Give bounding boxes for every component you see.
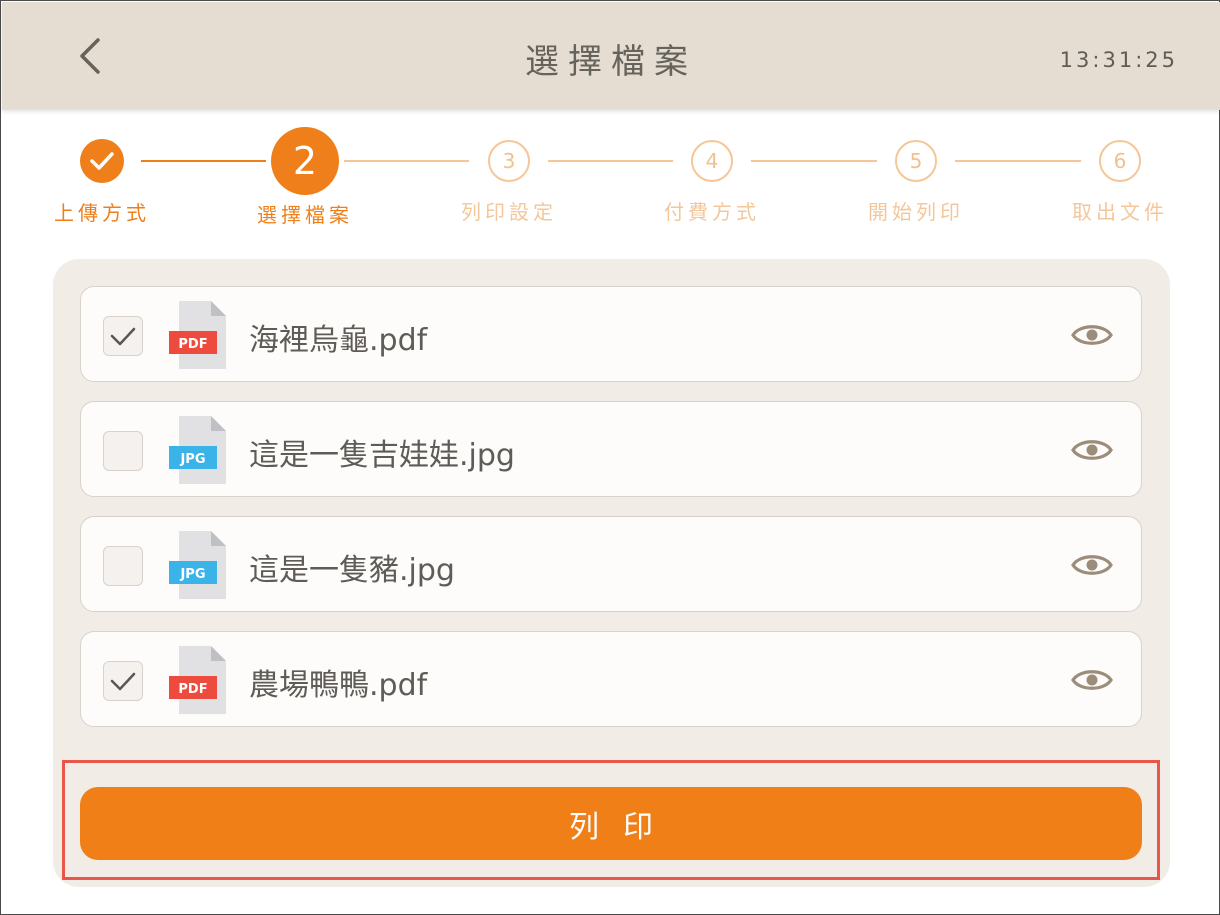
- file-type-badge: PDF: [178, 682, 207, 697]
- step-pending-circle: 4: [691, 140, 733, 182]
- step-pending-circle: 6: [1099, 140, 1141, 182]
- step-done-circle: [80, 139, 124, 183]
- step-pending-circle: 3: [488, 140, 530, 182]
- step-active-circle: 2: [271, 127, 339, 195]
- top-bar: 選擇檔案 13:31:25: [2, 2, 1220, 110]
- step-label: 取出文件: [1072, 200, 1168, 224]
- clock: 13:31:25: [1059, 48, 1178, 72]
- file-row[interactable]: PDF 海裡烏龜.pdf: [80, 286, 1142, 382]
- jpg-file-icon: JPG: [169, 531, 226, 599]
- file-type-badge: PDF: [178, 337, 207, 352]
- file-name: 這是一隻豬.jpg: [249, 553, 455, 588]
- file-row[interactable]: PDF 農場鴨鴨.pdf: [80, 631, 1142, 727]
- step-label: 上傳方式: [54, 201, 150, 225]
- pdf-file-icon: PDF: [169, 301, 226, 369]
- check-icon: [110, 672, 136, 691]
- pdf-file-icon: PDF: [169, 646, 226, 714]
- step-label: 開始列印: [868, 200, 964, 224]
- step-label: 列印設定: [461, 200, 557, 224]
- step-pending-circle: 5: [895, 140, 937, 182]
- file-checkbox[interactable]: [103, 661, 143, 701]
- step-6: 6 取出文件: [1050, 127, 1190, 225]
- step-5: 5 開始列印: [846, 127, 986, 225]
- progress-stepper: 上傳方式 2 選擇檔案 3 列印設定 4 付費方式 5 開始列印 6 取出文件: [1, 127, 1220, 237]
- step-label: 選擇檔案: [257, 203, 353, 227]
- preview-eye-icon[interactable]: [1071, 664, 1113, 696]
- preview-eye-icon[interactable]: [1071, 549, 1113, 581]
- file-name: 這是一隻吉娃娃.jpg: [249, 438, 515, 473]
- file-row[interactable]: JPG 這是一隻豬.jpg: [80, 516, 1142, 612]
- step-number: 5: [909, 149, 923, 173]
- file-type-badge: JPG: [179, 452, 205, 467]
- print-button[interactable]: 列印: [80, 787, 1142, 860]
- jpg-file-icon: JPG: [169, 416, 226, 484]
- step-3: 3 列印設定: [439, 127, 579, 225]
- check-icon: [90, 152, 114, 170]
- preview-eye-icon[interactable]: [1071, 434, 1113, 466]
- step-number: 6: [1113, 149, 1127, 173]
- step-label: 付費方式: [664, 200, 760, 224]
- page-title: 選擇檔案: [525, 42, 697, 82]
- step-1: 上傳方式: [32, 127, 172, 226]
- file-name: 海裡烏龜.pdf: [249, 323, 428, 358]
- check-icon: [110, 327, 136, 346]
- step-number: 3: [502, 149, 516, 173]
- step-4: 4 付費方式: [642, 127, 782, 225]
- file-checkbox[interactable]: [103, 431, 143, 471]
- step-2: 2 選擇檔案: [235, 127, 375, 228]
- preview-eye-icon[interactable]: [1071, 319, 1113, 351]
- file-row[interactable]: JPG 這是一隻吉娃娃.jpg: [80, 401, 1142, 497]
- step-number: 2: [292, 139, 318, 183]
- file-name: 農場鴨鴨.pdf: [249, 668, 428, 703]
- step-number: 4: [705, 149, 719, 173]
- file-checkbox[interactable]: [103, 546, 143, 586]
- app-window: 選擇檔案 13:31:25 上傳方式 2 選擇檔案 3 列印設定 4 付費方式 …: [0, 0, 1220, 915]
- file-checkbox[interactable]: [103, 316, 143, 356]
- file-type-badge: JPG: [179, 567, 205, 582]
